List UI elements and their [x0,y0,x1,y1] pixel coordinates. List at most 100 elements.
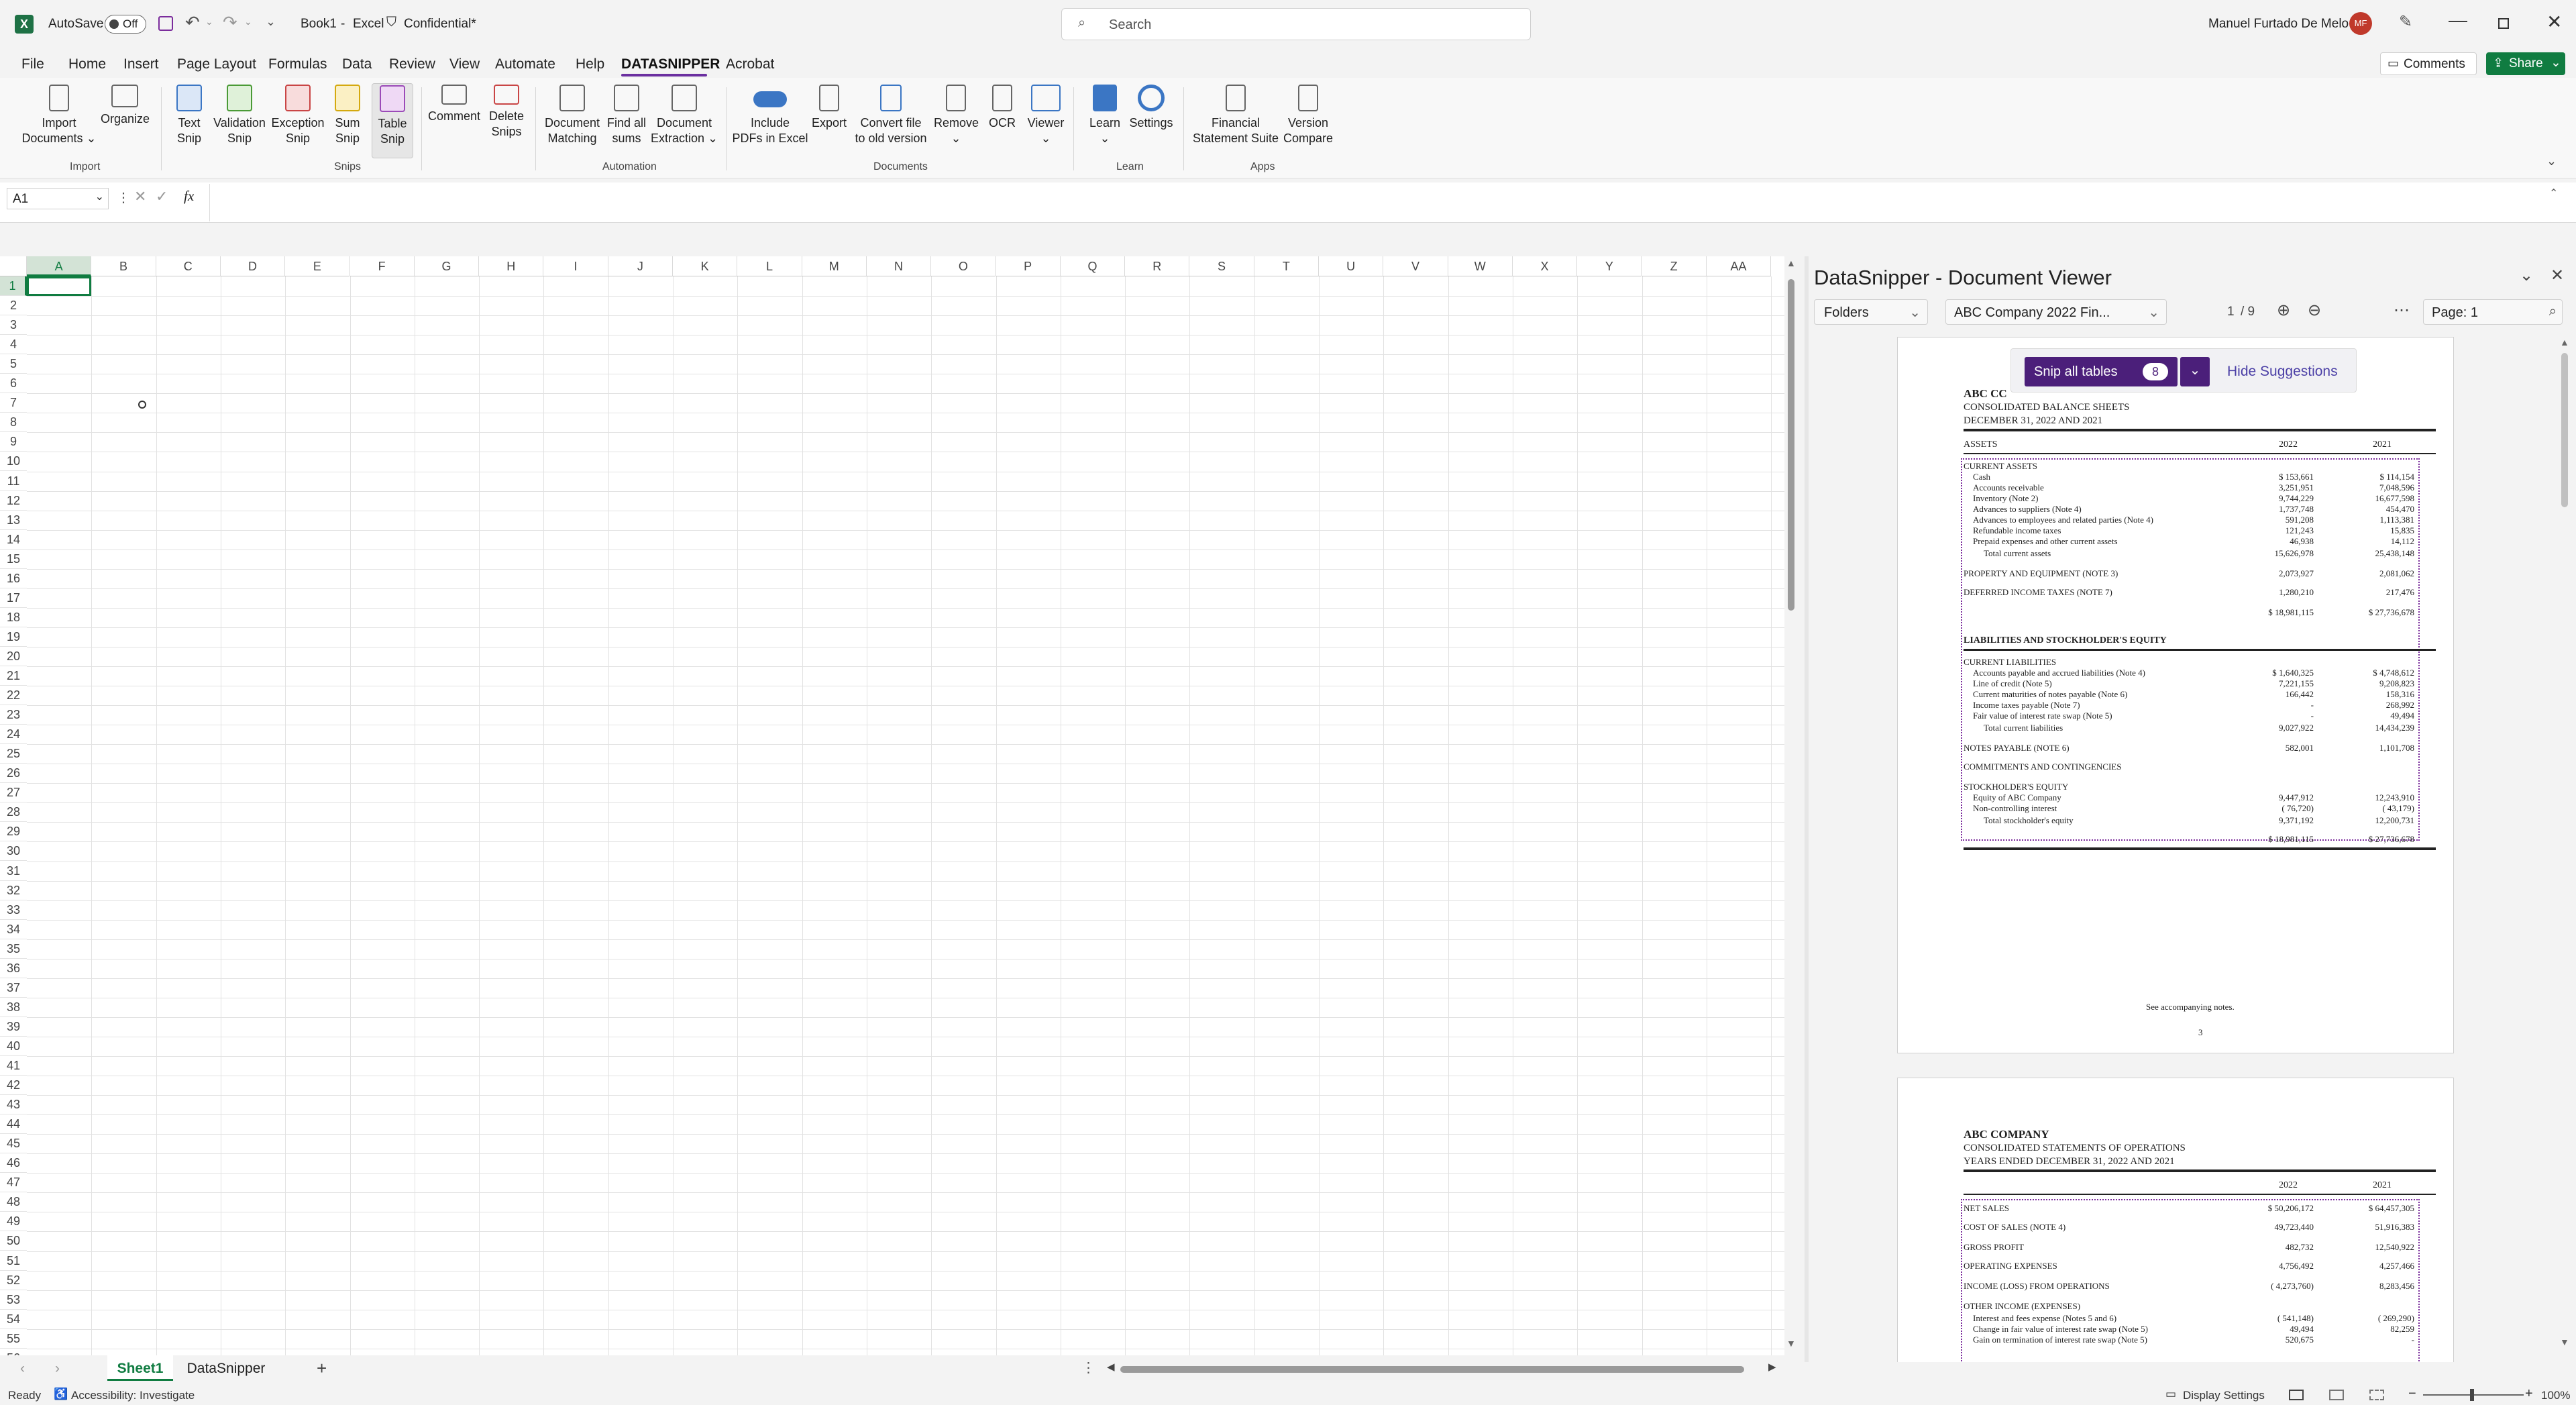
row-header-17[interactable]: 17 [0,588,27,608]
zoom-level[interactable]: 100% [2541,1389,2570,1402]
cancel-icon[interactable]: ✕ [134,188,146,205]
row-header-14[interactable]: 14 [0,529,27,550]
tab-automate[interactable]: Automate [495,56,555,72]
row-header-36[interactable]: 36 [0,958,27,978]
row-header-42[interactable]: 42 [0,1076,27,1096]
version-compare-button[interactable]: Version Compare [1281,85,1335,146]
zoom-slider-thumb[interactable] [2470,1389,2474,1401]
enter-icon[interactable]: ✓ [156,188,168,205]
more-icon[interactable]: ⋮ [117,189,130,206]
next-sheet-icon[interactable]: › [55,1361,60,1377]
column-header-n[interactable]: N [866,256,932,276]
row-header-44[interactable]: 44 [0,1114,27,1135]
pen-icon[interactable]: ✎ [2399,12,2412,32]
remove-button[interactable]: Remove ⌄ [934,85,979,146]
row-header-8[interactable]: 8 [0,413,27,433]
row-header-6[interactable]: 6 [0,374,27,394]
comment-button[interactable]: Comment [424,85,484,124]
row-header-5[interactable]: 5 [0,354,27,374]
row-header-22[interactable]: 22 [0,686,27,706]
row-header-16[interactable]: 16 [0,568,27,588]
row-header-54[interactable]: 54 [0,1309,27,1329]
document-extraction-button[interactable]: Document Extraction ⌄ [649,85,719,146]
row-header-13[interactable]: 13 [0,510,27,530]
scroll-down-icon[interactable]: ▼ [2560,1337,2569,1347]
scroll-up-icon[interactable]: ▲ [1786,258,1796,268]
row-header-31[interactable]: 31 [0,861,27,881]
hide-suggestions-link[interactable]: Hide Suggestions [2227,364,2338,380]
column-header-k[interactable]: K [673,256,738,276]
document-matching-button[interactable]: Document Matching [541,85,604,146]
more-options-icon[interactable]: ⋯ [2394,301,2410,320]
learn-button[interactable]: Learn ⌄ [1081,85,1128,146]
column-header-j[interactable]: J [608,256,673,276]
expand-formula-icon[interactable]: ⌃ [2549,187,2558,200]
sheet-options-icon[interactable]: ⋮ [1081,1359,1095,1376]
column-header-m[interactable]: M [802,256,867,276]
close-pane-icon[interactable]: ✕ [2551,266,2564,285]
document-dropdown[interactable]: ABC Company 2022 Fin... ⌄ [1945,299,2167,325]
viewer-scrollbar[interactable]: ▲ ▼ [2557,337,2572,1350]
row-header-20[interactable]: 20 [0,646,27,666]
prev-sheet-icon[interactable]: ‹ [20,1361,25,1377]
column-header-r[interactable]: R [1125,256,1190,276]
row-header-43[interactable]: 43 [0,1095,27,1115]
column-header-d[interactable]: D [220,256,286,276]
export-button[interactable]: Export [809,85,849,131]
page-input[interactable]: Page: 1 ⌕ [2423,299,2563,325]
row-header-45[interactable]: 45 [0,1134,27,1154]
row-header-7[interactable]: 7 [0,393,27,413]
snip-all-tables-button[interactable]: Snip all tables 8 [2025,357,2178,386]
pane-options-icon[interactable]: ⌄ [2520,266,2533,285]
tab-insert[interactable]: Insert [123,56,159,72]
column-header-c[interactable]: C [156,256,221,276]
column-header-i[interactable]: I [543,256,608,276]
undo-icon[interactable]: ↶ [185,12,200,33]
pane-resize-handle[interactable] [1805,256,1809,1362]
page-current[interactable]: 1 [2227,305,2235,319]
sheet-tab-sheet1[interactable]: Sheet1 [107,1355,173,1381]
row-header-15[interactable]: 15 [0,549,27,569]
column-header-o[interactable]: O [931,256,996,276]
row-header-48[interactable]: 48 [0,1192,27,1212]
worksheet-grid[interactable]: A B C D E F G H I J K L M N O P Q R S T U V W X Y Z AA 1 2 3 4 5 6 7 8 9 10… [0,256,1784,1355]
redo-icon[interactable]: ↷ [223,12,237,33]
row-header-47[interactable]: 47 [0,1173,27,1193]
search-box[interactable]: ⌕ Search [1061,8,1531,40]
column-header-h[interactable]: H [479,256,544,276]
row-header-1[interactable]: 1 [0,276,27,297]
row-header-18[interactable]: 18 [0,607,27,627]
row-header-53[interactable]: 53 [0,1290,27,1310]
horizontal-scroll-thumb[interactable] [1120,1366,1744,1373]
row-header-3[interactable]: 3 [0,315,27,335]
tab-view[interactable]: View [449,56,480,72]
exception-snip-button[interactable]: Exception Snip [270,85,326,146]
row-header-37[interactable]: 37 [0,978,27,998]
row-header-2[interactable]: 2 [0,296,27,316]
column-header-w[interactable]: W [1448,256,1513,276]
settings-button[interactable]: Settings [1124,85,1178,131]
share-button[interactable]: ⇪ Share ⌄ [2486,52,2565,75]
row-header-29[interactable]: 29 [0,822,27,842]
zoom-in-icon[interactable]: ⊕ [2277,301,2290,320]
column-header-u[interactable]: U [1319,256,1384,276]
column-header-b[interactable]: B [91,256,156,276]
minimize-icon[interactable]: — [2449,9,2467,31]
restore-icon[interactable] [2498,18,2509,29]
autosave-toggle[interactable]: Off [105,15,146,34]
insert-function-icon[interactable]: fx [184,188,194,205]
viewer-button[interactable]: Viewer ⌄ [1024,85,1068,146]
select-all-corner[interactable] [0,256,27,276]
selected-cell-a1[interactable] [27,276,91,296]
page-layout-view-icon[interactable] [2329,1390,2344,1400]
redo-dropdown-icon[interactable]: ⌄ [244,16,252,28]
tab-datasnipper[interactable]: DATASNIPPER [621,56,720,72]
avatar[interactable]: MF [2349,12,2372,35]
row-header-41[interactable]: 41 [0,1056,27,1076]
row-header-12[interactable]: 12 [0,490,27,511]
column-header-y[interactable]: Y [1577,256,1642,276]
row-header-4[interactable]: 4 [0,335,27,355]
scroll-thumb[interactable] [1788,279,1794,611]
add-sheet-icon[interactable]: + [317,1358,327,1379]
import-documents-button[interactable]: Import Documents ⌄ [19,85,99,146]
